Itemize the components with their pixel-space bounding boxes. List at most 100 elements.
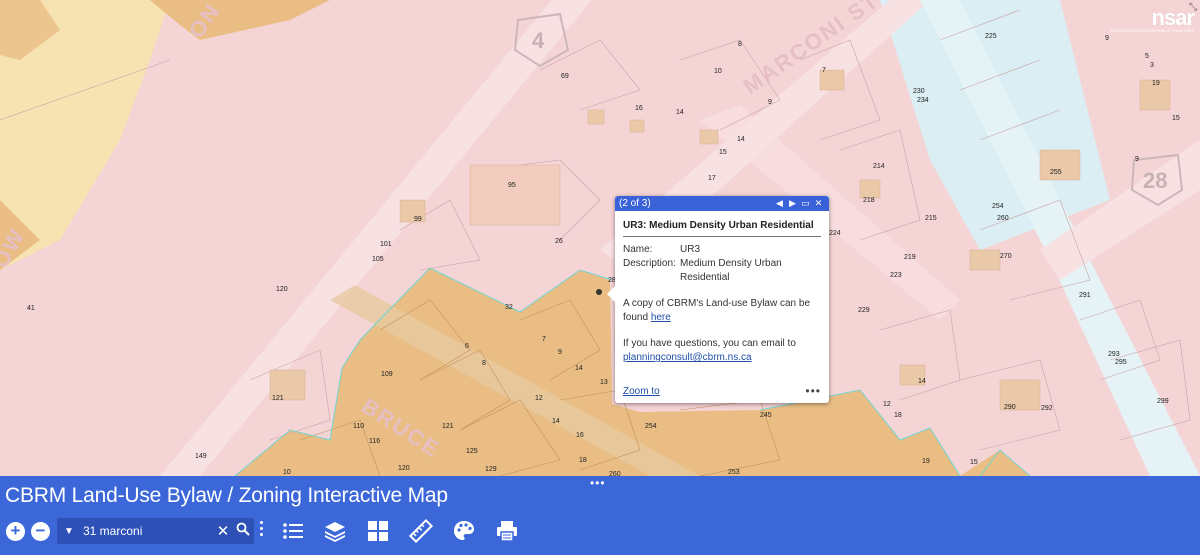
field-value: UR3 [680,244,701,255]
popup-field-description: Description: Medium Density Urban Reside… [623,257,821,285]
palette-icon[interactable] [452,519,476,543]
parcel-number-label: 9 [1105,35,1109,42]
parcel-number-label: 9 [768,99,772,106]
triangle-left-icon[interactable]: ◀ [773,198,786,209]
parcel-number-label: 255 [1050,169,1062,176]
zoom-out-button[interactable]: − [31,522,50,541]
parcel-number-label: 229 [858,307,870,314]
parcel-number-label: 10 [714,68,722,75]
parcel-number-label: 16 [576,432,584,439]
parcel-number-label: 253 [728,469,740,476]
selected-location-marker [596,289,602,295]
parcel-number-label: 9 [558,349,562,356]
parcel-number-label: 14 [676,109,684,116]
parcel-number-label: 299 [1157,398,1169,405]
parcel-number-label: 14 [575,365,583,372]
parcel-number-label: 26 [555,238,563,245]
parcel-number-label: 292 [1041,405,1053,412]
parcel-number-label: 15 [970,459,978,466]
parcel-number-label: 7 [542,336,546,343]
parcel-number-label: 125 [466,448,478,455]
parcel-number-label: 12 [535,395,543,402]
parcel-number-label: 105 [372,256,384,263]
parcel-number-label: 6 [465,343,469,350]
parcel-number-label: 16 [635,105,643,112]
parcel-number-label: 99 [414,216,422,223]
parcel-number-label: 270 [1000,253,1012,260]
print-icon[interactable] [495,519,519,543]
parcel-number-label: 120 [276,286,288,293]
more-options-icon[interactable]: ••• [805,384,821,398]
parcel-number-label: 290 [1004,404,1016,411]
field-key: Description: [623,258,676,269]
parcel-number-label: 223 [890,272,902,279]
more-tools-icon[interactable] [260,521,264,539]
parcel-number-label: 12 [883,401,891,408]
field-key: Name: [623,244,653,255]
search-input[interactable] [81,523,214,539]
route-shield-label: 4 [532,28,545,53]
basemap-grid-icon[interactable] [366,519,390,543]
parcel-number-label: 129 [485,466,497,473]
parcel-number-label: 15 [1172,115,1180,122]
parcel-number-label: 121 [442,423,454,430]
bylaw-paragraph: A copy of CBRM's Land-use Bylaw can be f… [623,297,821,325]
parcel-number-label: 234 [917,97,929,104]
zoom-in-button[interactable]: + [6,522,25,541]
layers-icon[interactable] [323,519,347,543]
measure-ruler-icon[interactable] [408,518,434,544]
nsar-logo: nsar NOVA SCOTIA ASSOCIATION OF REALTORS [1111,7,1195,34]
close-icon[interactable]: ✕ [812,198,825,209]
triangle-right-icon[interactable]: ▶ [786,198,799,209]
parcel-number-label: 293 [1108,351,1120,358]
feature-popup: (2 of 3) ◀ ▶ ▭ ✕ UR3: Medium Density Urb… [607,196,829,403]
parcel-number-label: 10 [283,469,291,476]
legend-list-icon[interactable] [281,519,305,543]
maximize-icon[interactable]: ▭ [799,198,812,209]
search-icon[interactable] [232,522,254,541]
parcel-number-label: 110 [353,423,364,430]
popup-pointer [607,286,615,302]
parcel-number-label: 149 [195,453,207,460]
parcel-number-label: 95 [508,182,516,189]
app-title: CBRM Land-Use Bylaw / Zoning Interactive… [5,484,448,507]
parcel-number-label: 13 [600,379,608,386]
panel-resize-grip[interactable]: ••• [590,476,606,490]
parcel-number-label: 9 [1135,156,1139,163]
parcel-number-label: 254 [645,423,657,430]
zoom-to-link[interactable]: Zoom to [623,386,660,397]
bylaw-link[interactable]: here [651,312,671,323]
parcel-number-label: 18 [579,457,587,464]
parcel-number-label: 5 [1145,53,1149,60]
parcel-number-label: 101 [380,241,392,248]
parcel-number-label: 8 [738,41,742,48]
route-shield-label: 28 [1143,168,1167,193]
parcel-number-label: 14 [737,136,745,143]
parcel-number-label: 109 [381,371,393,378]
parcel-number-label: 19 [1152,80,1160,87]
popup-count: (2 of 3) [619,198,651,209]
parcel-number-label: 295 [1115,359,1127,366]
parcel-number-label: 121 [272,395,284,402]
parcel-number-label: 7 [822,67,826,74]
popup-title: UR3: Medium Density Urban Residential [623,220,821,237]
popup-field-name: Name: UR3 [623,243,821,257]
parcel-number-label: 15 [719,149,727,156]
parcel-number-label: 3 [1150,62,1154,69]
clear-icon[interactable]: ✕ [214,522,232,540]
parcel-number-label: 291 [1079,292,1091,299]
email-link[interactable]: planningconsult@cbrm.ns.ca [623,352,752,363]
map-view[interactable]: 4 28 MARCONI ST BRUCE OW ON 225 9 5 3 19 15 8 1… [0,0,1200,476]
field-value: Medium Density Urban Residential [680,258,782,283]
parcel-number-label: 18 [894,412,902,419]
parcel-number-label: 14 [552,418,560,425]
parcel-number-label: 19 [922,458,930,465]
contact-text: If you have questions, you can email to [623,338,796,349]
parcel-number-label: 214 [873,163,885,170]
parcel-number-label: 17 [708,175,716,182]
parcel-number-label: 230 [913,88,925,95]
chevron-down-icon[interactable]: ▼ [57,526,81,537]
parcel-number-label: 8 [482,360,486,367]
parcel-number-label: 218 [863,197,875,204]
parcel-number-label: 219 [904,254,916,261]
